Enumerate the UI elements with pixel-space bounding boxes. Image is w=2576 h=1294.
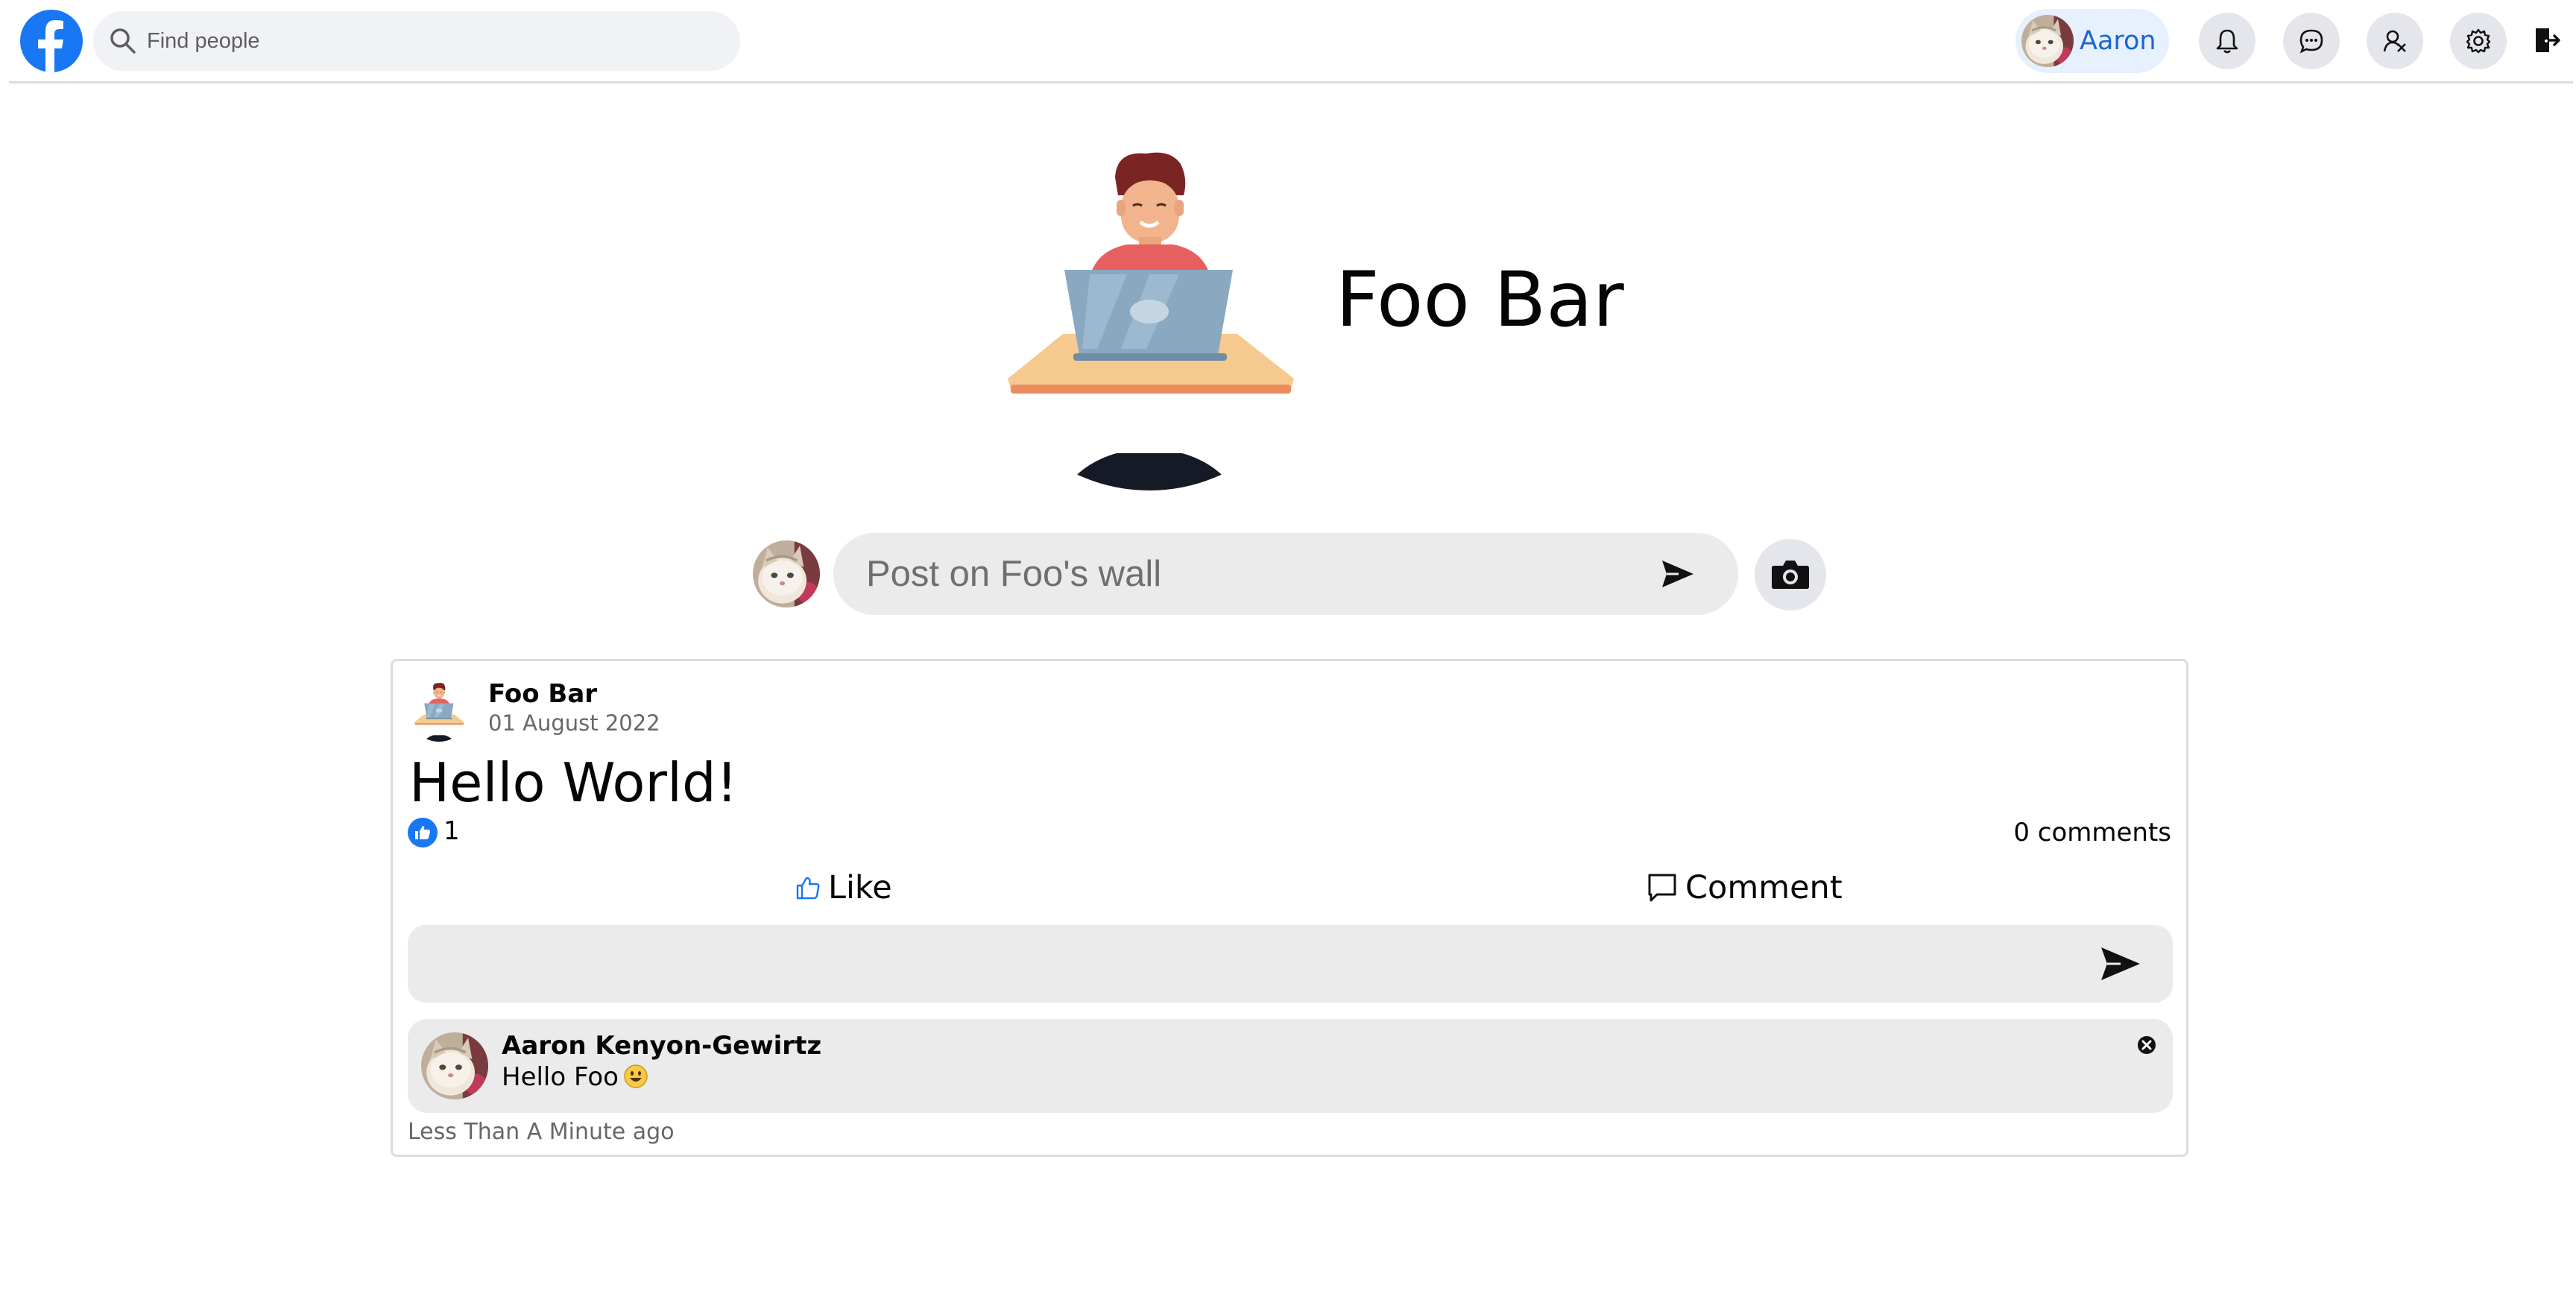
profile-picture[interactable]: [978, 148, 1321, 490]
comment-text: Hello Foo: [502, 1062, 648, 1092]
search-input[interactable]: [147, 11, 728, 71]
comments-count[interactable]: 0 comments: [2013, 818, 2171, 848]
send-icon[interactable]: [1656, 553, 1698, 595]
camera-icon: [1772, 561, 1809, 589]
post-date: 01 August 2022: [488, 710, 660, 736]
search-bar: [93, 11, 740, 71]
like-button[interactable]: Like: [795, 861, 892, 915]
like-label: Like: [828, 869, 892, 906]
like-count-badge: [408, 818, 438, 848]
messenger-button[interactable]: [2283, 13, 2340, 69]
bell-icon: [2216, 29, 2238, 54]
thumbs-up-icon: [796, 877, 820, 900]
gear-icon: [2466, 28, 2491, 54]
delete-comment-icon[interactable]: [2135, 1034, 2158, 1056]
post-text: Hello World!: [409, 751, 738, 814]
avatar: [753, 540, 820, 607]
logout-icon[interactable]: [2533, 25, 2563, 55]
user-name: Aaron: [2080, 26, 2156, 56]
comment-input[interactable]: [430, 925, 2085, 1003]
friends-button[interactable]: [2367, 13, 2423, 69]
comment-item: Aaron Kenyon-Gewirtz Hello Foo: [408, 1019, 2173, 1113]
comment-icon: [1648, 874, 1676, 902]
add-photo-button[interactable]: [1755, 539, 1826, 610]
top-navigation-bar: Aaron: [0, 0, 2576, 83]
search-icon: [110, 28, 136, 54]
notifications-button[interactable]: [2199, 13, 2255, 69]
profile-name: Foo Bar: [1336, 256, 1624, 344]
messenger-icon: [2299, 29, 2323, 54]
comment-label: Comment: [1685, 869, 1843, 906]
like-count: 1: [443, 816, 460, 846]
facebook-logo-icon[interactable]: [20, 10, 83, 72]
post-card: Foo Bar 01 August 2022 Hello World! 1 0 …: [391, 659, 2188, 1157]
comment-timestamp: Less Than A Minute ago: [408, 1119, 675, 1145]
thumbs-up-icon: [415, 826, 430, 839]
user-profile-chip[interactable]: Aaron: [2015, 9, 2169, 73]
avatar[interactable]: [421, 1032, 488, 1099]
header-divider: [9, 81, 2573, 83]
comment-composer: [408, 925, 2173, 1003]
wall-post-input[interactable]: [866, 533, 1626, 615]
settings-button[interactable]: [2450, 13, 2507, 69]
wall-post-composer: [833, 533, 1738, 615]
comment-body: Hello Foo: [502, 1062, 619, 1092]
comment-author[interactable]: Aaron Kenyon-Gewirtz: [502, 1031, 821, 1061]
post-author[interactable]: Foo Bar: [488, 679, 597, 709]
send-icon[interactable]: [2097, 941, 2143, 986]
avatar[interactable]: [409, 682, 469, 742]
smiling-face-emoji-icon: [624, 1064, 648, 1088]
avatar: [2021, 15, 2074, 67]
friends-icon: [2383, 30, 2406, 52]
comment-button[interactable]: Comment: [1647, 861, 1843, 915]
